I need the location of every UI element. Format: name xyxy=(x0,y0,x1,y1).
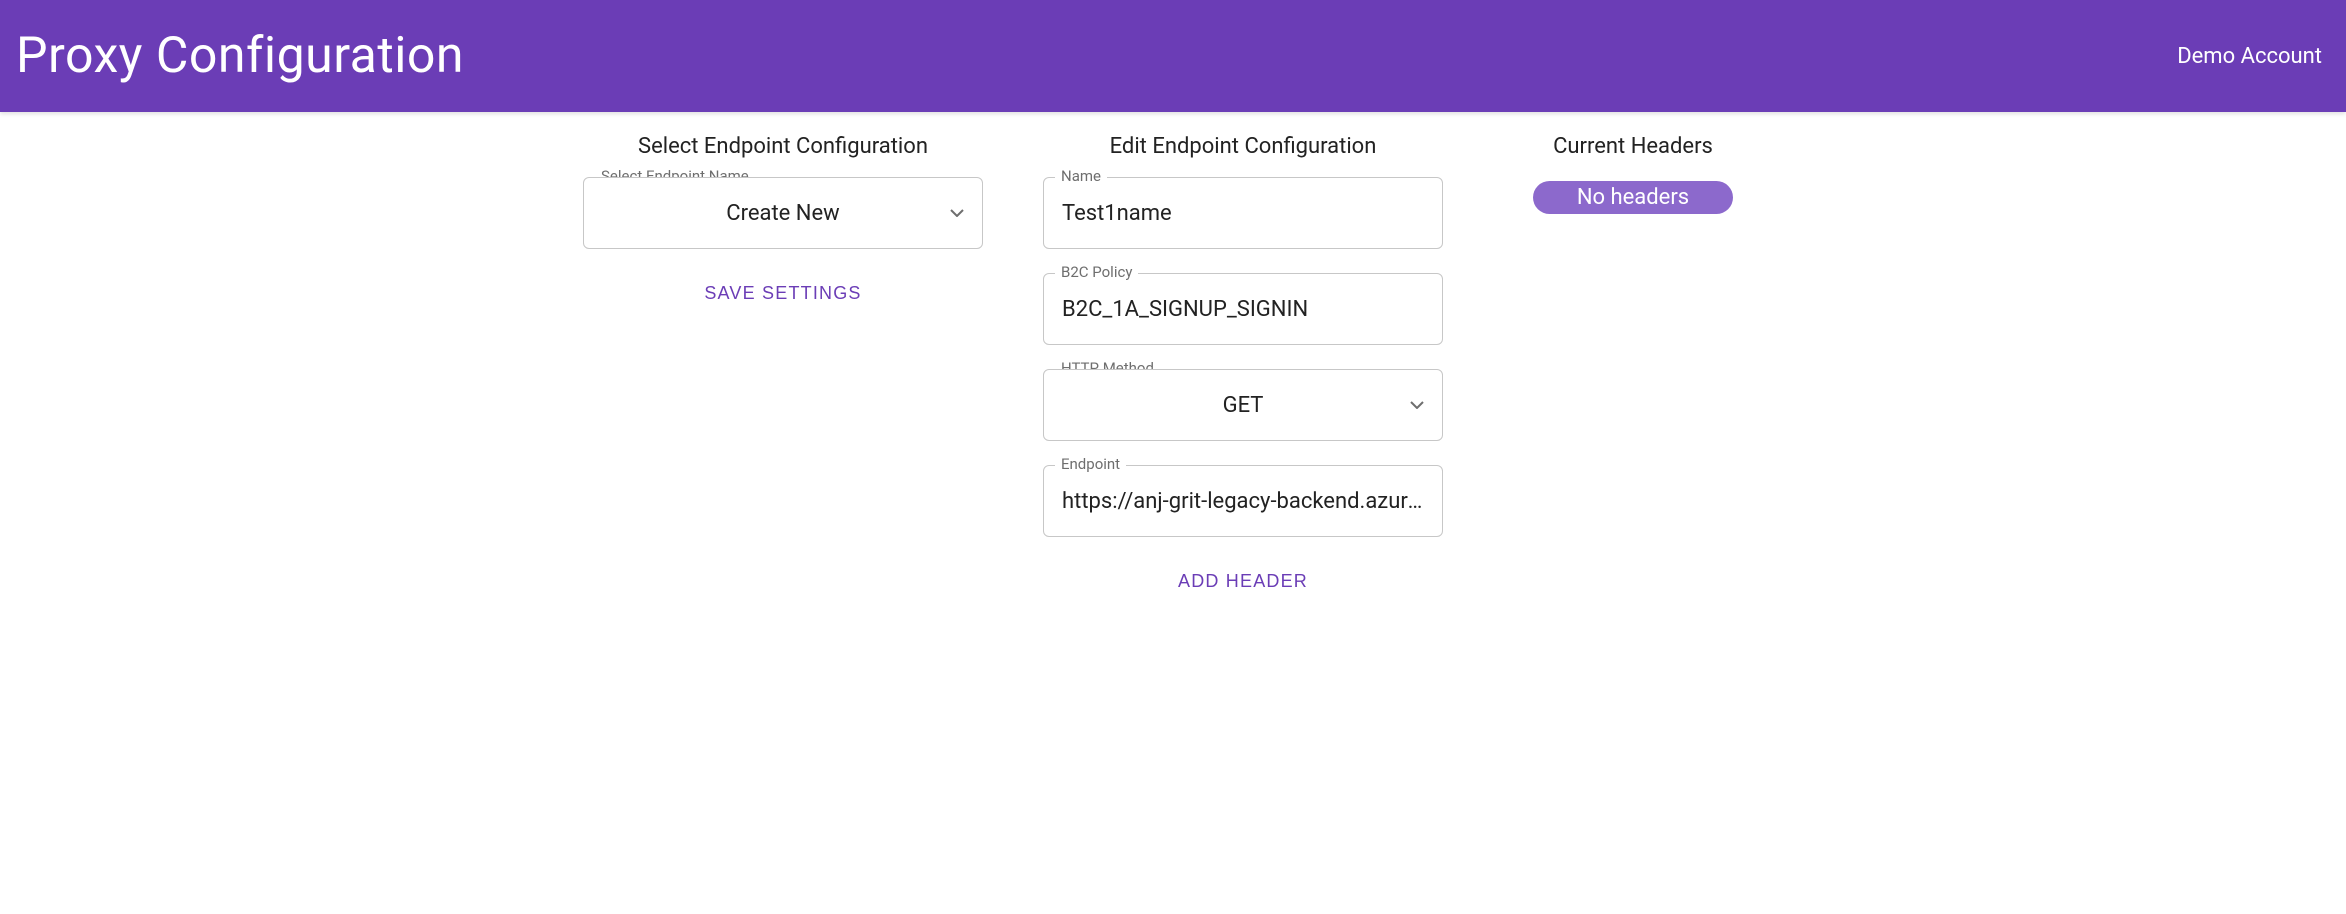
no-headers-chip: No headers xyxy=(1533,181,1733,214)
name-input[interactable] xyxy=(1060,200,1426,227)
endpoint-label: Endpoint xyxy=(1055,455,1126,473)
edit-endpoint-column: Edit Endpoint Configuration Name B2C Pol… xyxy=(1043,134,1443,602)
chevron-down-icon xyxy=(950,209,964,217)
select-endpoint-dropdown[interactable]: Create New xyxy=(583,177,983,249)
page-title: Proxy Configuration xyxy=(16,27,464,85)
name-field: Name xyxy=(1043,177,1443,249)
account-link[interactable]: Demo Account xyxy=(2177,44,2322,69)
app-header: Proxy Configuration Demo Account xyxy=(0,0,2346,112)
select-endpoint-field: Select Endpoint Name Create New xyxy=(583,177,983,249)
endpoint-input[interactable] xyxy=(1060,488,1426,515)
b2c-policy-field: B2C Policy xyxy=(1043,273,1443,345)
b2c-policy-input[interactable] xyxy=(1060,296,1426,323)
select-endpoint-title: Select Endpoint Configuration xyxy=(638,134,928,159)
add-header-button[interactable]: ADD HEADER xyxy=(1166,561,1320,602)
http-method-dropdown[interactable]: GET xyxy=(1043,369,1443,441)
b2c-policy-label: B2C Policy xyxy=(1055,263,1138,281)
name-label: Name xyxy=(1055,167,1107,185)
http-method-field: HTTP Method GET xyxy=(1043,369,1443,441)
chevron-down-icon xyxy=(1410,401,1424,409)
http-method-value: GET xyxy=(1223,393,1264,418)
endpoint-field: Endpoint xyxy=(1043,465,1443,537)
current-headers-title: Current Headers xyxy=(1553,134,1713,159)
main-content: Select Endpoint Configuration Select End… xyxy=(0,112,2346,602)
select-endpoint-column: Select Endpoint Configuration Select End… xyxy=(583,134,983,602)
select-endpoint-value: Create New xyxy=(726,201,839,226)
edit-endpoint-title: Edit Endpoint Configuration xyxy=(1110,134,1377,159)
save-settings-button[interactable]: SAVE SETTINGS xyxy=(692,273,873,314)
current-headers-column: Current Headers No headers xyxy=(1503,134,1763,602)
